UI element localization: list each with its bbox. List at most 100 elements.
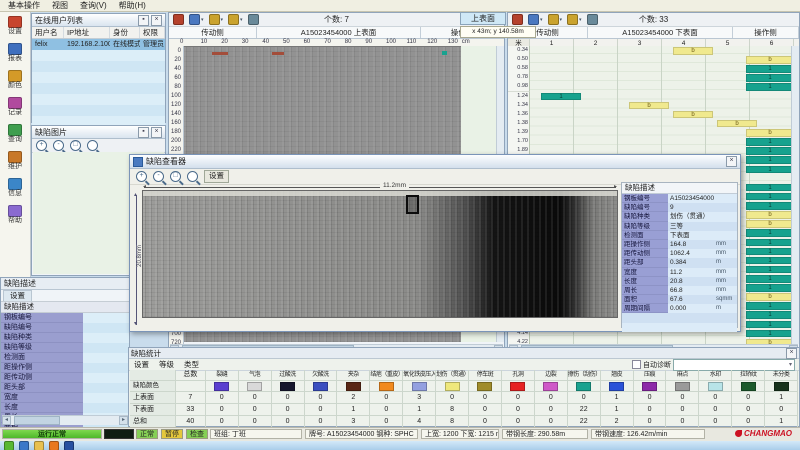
- defect-cell[interactable]: 1: [746, 202, 794, 210]
- zoom-window-icon[interactable]: □: [70, 140, 81, 151]
- menu-item[interactable]: 视图: [46, 0, 74, 11]
- defect-cell[interactable]: 1: [746, 138, 794, 146]
- stats-tab[interactable]: 设置: [129, 359, 154, 370]
- defect-cell[interactable]: 1: [746, 166, 794, 174]
- defect-cell[interactable]: 1: [746, 83, 794, 91]
- horizontal-scrollbar[interactable]: ◂ ▸: [2, 415, 128, 425]
- defect-cell[interactable]: 1: [541, 93, 581, 101]
- defect-cell[interactable]: b: [746, 129, 794, 137]
- defect-surface-image[interactable]: [142, 190, 618, 318]
- defect-cell[interactable]: b: [746, 56, 794, 64]
- defect-cell[interactable]: 1: [746, 193, 794, 201]
- save-dropdown[interactable]: ▾: [567, 15, 582, 24]
- defect-cell[interactable]: 1: [746, 321, 794, 329]
- grade-filter-dropdown[interactable]: ▾: [548, 15, 563, 24]
- stats-value: 8: [436, 416, 469, 427]
- pin-icon[interactable]: ▪: [138, 127, 149, 138]
- windows-taskbar[interactable]: [0, 440, 800, 450]
- defect-cell[interactable]: 1: [746, 284, 794, 292]
- toolbar-button[interactable]: 维护: [0, 147, 30, 174]
- ie-browser-icon[interactable]: [19, 441, 29, 450]
- defect-cell[interactable]: 1: [746, 311, 794, 319]
- color-swatch: [708, 382, 723, 391]
- defect-cell[interactable]: b: [629, 102, 669, 110]
- app-blue-icon[interactable]: [64, 441, 74, 450]
- scroll-thumb[interactable]: [14, 416, 60, 425]
- zoom-window-icon[interactable]: □: [170, 171, 181, 182]
- pin-icon[interactable]: ▪: [138, 15, 149, 26]
- folder-icon[interactable]: [34, 441, 44, 450]
- defect-cell[interactable]: 1: [746, 229, 794, 237]
- scroll-left-icon[interactable]: ◂: [2, 416, 11, 425]
- toolbar-button[interactable]: 设置: [0, 12, 30, 39]
- defect-cell[interactable]: 1: [746, 275, 794, 283]
- settings-button[interactable]: 设置: [204, 170, 229, 183]
- zoom-out-icon[interactable]: -: [53, 140, 64, 151]
- defect-cell[interactable]: 1: [746, 239, 794, 247]
- defect-cell[interactable]: 1: [746, 330, 794, 338]
- zoom-reset-icon[interactable]: [87, 140, 98, 151]
- close-icon[interactable]: ×: [786, 348, 797, 359]
- stats-tab[interactable]: 等级: [154, 359, 179, 370]
- defect-mark[interactable]: [442, 51, 447, 55]
- defect-mark[interactable]: [272, 52, 284, 55]
- defect-cell[interactable]: b: [673, 47, 713, 55]
- view-mode-dropdown[interactable]: ▾: [189, 15, 204, 24]
- toolbar-button[interactable]: 信息: [0, 174, 30, 201]
- vertical-scrollbar[interactable]: [791, 46, 799, 344]
- export-icon[interactable]: [587, 15, 598, 24]
- property-unit: [716, 231, 737, 240]
- zoom-in-icon[interactable]: +: [36, 140, 47, 151]
- scroll-right-icon[interactable]: ▸: [119, 416, 128, 425]
- defect-cell[interactable]: b: [746, 211, 794, 219]
- auto-diagnosis-checkbox[interactable]: [632, 360, 641, 369]
- tool-label: 设置: [8, 28, 22, 36]
- zoom-in-icon[interactable]: +: [136, 171, 147, 182]
- diagnosis-dropdown[interactable]: ▾: [673, 359, 795, 371]
- toolbar-button[interactable]: 报表: [0, 39, 30, 66]
- close-icon[interactable]: ×: [726, 156, 737, 167]
- print-icon[interactable]: [173, 15, 184, 24]
- media-player-icon[interactable]: [49, 441, 59, 450]
- toolbar-button[interactable]: 查询: [0, 120, 30, 147]
- export-icon[interactable]: [248, 15, 259, 24]
- defect-cell[interactable]: 1: [746, 257, 794, 265]
- menu-item[interactable]: 基本操作: [2, 0, 46, 11]
- defect-cell[interactable]: 1: [746, 65, 794, 73]
- menu-item[interactable]: 帮助(H): [113, 0, 152, 11]
- defect-cell[interactable]: b: [746, 293, 794, 301]
- stats-col-header: 结疤（重皮）: [370, 370, 403, 380]
- toolbar-button[interactable]: 帮助: [0, 201, 30, 228]
- toolbar-button[interactable]: 记录: [0, 93, 30, 120]
- defect-cell[interactable]: 1: [746, 302, 794, 310]
- close-icon[interactable]: ×: [151, 15, 162, 26]
- defect-cell[interactable]: 1: [746, 147, 794, 155]
- defect-cell[interactable]: 1: [746, 156, 794, 164]
- grade-filter-dropdown[interactable]: ▾: [209, 15, 224, 24]
- quick-launch-green-icon[interactable]: [4, 441, 14, 450]
- defect-cell[interactable]: 1: [746, 266, 794, 274]
- close-icon[interactable]: ×: [151, 127, 162, 138]
- defect-cell[interactable]: 1: [746, 248, 794, 256]
- defect-marker[interactable]: [406, 195, 419, 214]
- stats-tab[interactable]: 类型: [179, 359, 204, 370]
- defect-cell[interactable]: b: [746, 220, 794, 228]
- menu-item[interactable]: 查询(V): [74, 0, 113, 11]
- desc-field-value: [83, 403, 129, 413]
- tab-settings[interactable]: 设置: [3, 290, 32, 301]
- defect-viewer-window[interactable]: 缺陷查看器 × +-□设置 ◂▸ 11.2mm ▴▾ 20.8mm 缺陷描述 钢…: [129, 154, 741, 332]
- defect-cell[interactable]: 1: [746, 74, 794, 82]
- tool-label: 帮助: [8, 217, 22, 225]
- user-row-empty: [32, 72, 165, 83]
- stats-value: 0: [666, 392, 699, 403]
- defect-cell[interactable]: b: [673, 111, 713, 119]
- viewer-titlebar[interactable]: 缺陷查看器 ×: [130, 155, 740, 169]
- defect-mark[interactable]: [212, 52, 228, 55]
- toolbar-button[interactable]: 颜色: [0, 66, 30, 93]
- save-dropdown[interactable]: ▾: [228, 15, 243, 24]
- zoom-out-icon[interactable]: -: [153, 171, 164, 182]
- zoom-reset-icon[interactable]: [187, 171, 198, 182]
- defect-cell[interactable]: b: [717, 120, 757, 128]
- defect-cell[interactable]: 1: [746, 184, 794, 192]
- user-row[interactable]: felix192.168.2.100在线模式管理员: [32, 39, 165, 50]
